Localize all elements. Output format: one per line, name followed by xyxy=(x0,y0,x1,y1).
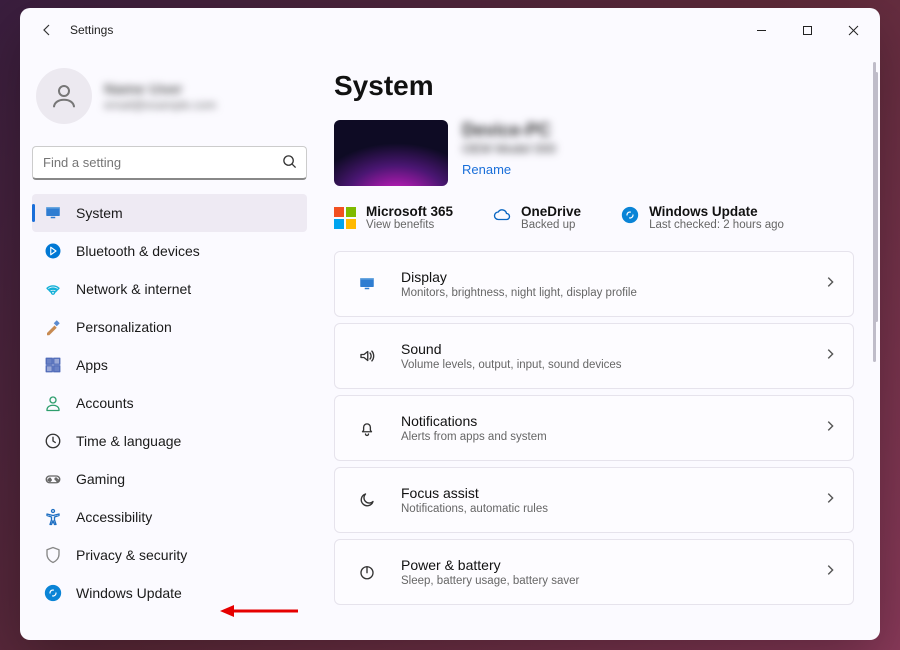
avatar xyxy=(36,68,92,124)
chevron-right-icon xyxy=(823,491,837,510)
card-focus[interactable]: Focus assist Notifications, automatic rul… xyxy=(334,467,854,533)
accessibility-icon xyxy=(44,508,62,526)
card-subtitle: Sleep, battery usage, battery saver xyxy=(401,575,579,587)
card-title: Power & battery xyxy=(401,557,579,573)
card-subtitle: Monitors, brightness, night light, displ… xyxy=(401,287,637,299)
sidebar-item-label: Privacy & security xyxy=(76,547,187,563)
card-subtitle: Notifications, automatic rules xyxy=(401,503,548,515)
cloud-icon xyxy=(493,206,511,229)
card-sound[interactable]: Sound Volume levels, output, input, sound… xyxy=(334,323,854,389)
update-icon xyxy=(44,584,62,602)
sidebar-item-label: Windows Update xyxy=(76,585,182,601)
monitor-icon xyxy=(44,204,62,222)
status-sub: Last checked: 2 hours ago xyxy=(649,219,784,231)
back-button[interactable] xyxy=(30,13,64,47)
sidebar-item-label: System xyxy=(76,205,123,221)
sidebar-item-label: Network & internet xyxy=(76,281,191,297)
sidebar-item-bluetooth[interactable]: Bluetooth & devices xyxy=(32,232,307,270)
chevron-right-icon xyxy=(823,347,837,366)
card-subtitle: Alerts from apps and system xyxy=(401,431,547,443)
desktop-thumbnail[interactable] xyxy=(334,120,448,186)
status-label: Microsoft 365 xyxy=(366,204,453,219)
status-m365[interactable]: Microsoft 365View benefits xyxy=(334,204,453,231)
sidebar-item-personalization[interactable]: Personalization xyxy=(32,308,307,346)
status-row: Microsoft 365View benefits OneDriveBacked… xyxy=(334,204,854,231)
search-box xyxy=(32,146,307,180)
search-icon xyxy=(282,154,297,174)
chevron-right-icon xyxy=(823,563,837,582)
sidebar-item-accessibility[interactable]: Accessibility xyxy=(32,498,307,536)
card-power[interactable]: Power & battery Sleep, battery usage, bat… xyxy=(334,539,854,605)
account-name: Name User xyxy=(104,81,216,98)
card-notifications[interactable]: Notifications Alerts from apps and system xyxy=(334,395,854,461)
nav-list: System Bluetooth & devices Network & inter… xyxy=(32,194,307,612)
apps-icon xyxy=(44,356,62,374)
settings-cards: Display Monitors, brightness, night light… xyxy=(334,251,854,605)
sidebar-item-label: Time & language xyxy=(76,433,181,449)
shield-icon xyxy=(44,546,62,564)
bell-icon xyxy=(353,419,381,437)
sidebar-item-apps[interactable]: Apps xyxy=(32,346,307,384)
bluetooth-icon xyxy=(44,242,62,260)
chevron-right-icon xyxy=(823,275,837,294)
microsoft-365-icon xyxy=(334,207,356,229)
sidebar-item-gaming[interactable]: Gaming xyxy=(32,460,307,498)
gamepad-icon xyxy=(44,470,62,488)
account-email: email@example.com xyxy=(104,98,216,112)
close-button[interactable] xyxy=(830,14,876,46)
card-title: Focus assist xyxy=(401,485,548,501)
main-panel: System Device-PC OEM Model 000 Rename Mi… xyxy=(320,52,880,640)
rename-link[interactable]: Rename xyxy=(462,162,511,177)
wifi-icon xyxy=(44,280,62,298)
card-display[interactable]: Display Monitors, brightness, night light… xyxy=(334,251,854,317)
sidebar-item-label: Gaming xyxy=(76,471,125,487)
power-icon xyxy=(353,563,381,581)
status-sub: Backed up xyxy=(521,219,581,231)
account-header[interactable]: Name User email@example.com xyxy=(32,60,307,140)
card-title: Display xyxy=(401,269,637,285)
card-subtitle: Volume levels, output, input, sound devi… xyxy=(401,359,622,371)
clock-icon xyxy=(44,432,62,450)
brush-icon xyxy=(44,318,62,336)
sidebar-item-label: Accounts xyxy=(76,395,134,411)
moon-icon xyxy=(353,491,381,509)
update-icon xyxy=(621,206,639,229)
status-label: Windows Update xyxy=(649,204,784,219)
sidebar-item-network[interactable]: Network & internet xyxy=(32,270,307,308)
sidebar-item-label: Accessibility xyxy=(76,509,152,525)
minimize-button[interactable] xyxy=(738,14,784,46)
sidebar-item-label: Bluetooth & devices xyxy=(76,243,200,259)
page-title: System xyxy=(334,70,854,102)
status-onedrive[interactable]: OneDriveBacked up xyxy=(493,204,581,231)
person-icon xyxy=(44,394,62,412)
sidebar-item-label: Apps xyxy=(76,357,108,373)
status-label: OneDrive xyxy=(521,204,581,219)
sidebar-item-system[interactable]: System xyxy=(32,194,307,232)
sidebar-item-windowsupdate[interactable]: Windows Update xyxy=(32,574,307,612)
device-header: Device-PC OEM Model 000 Rename xyxy=(334,120,854,186)
card-title: Notifications xyxy=(401,413,547,429)
status-sub: View benefits xyxy=(366,219,453,231)
card-title: Sound xyxy=(401,341,622,357)
settings-window: Settings Name User email@example.com xyxy=(20,8,880,640)
monitor-icon xyxy=(353,275,381,293)
sidebar-item-time[interactable]: Time & language xyxy=(32,422,307,460)
sidebar-item-privacy[interactable]: Privacy & security xyxy=(32,536,307,574)
sidebar-item-accounts[interactable]: Accounts xyxy=(32,384,307,422)
window-title: Settings xyxy=(70,23,113,37)
device-model: OEM Model 000 xyxy=(462,141,556,156)
chevron-right-icon xyxy=(823,419,837,438)
titlebar: Settings xyxy=(20,8,880,52)
sidebar-item-label: Personalization xyxy=(76,319,172,335)
sound-icon xyxy=(353,347,381,365)
sidebar: Name User email@example.com System Blueto… xyxy=(20,52,320,640)
status-winupdate[interactable]: Windows UpdateLast checked: 2 hours ago xyxy=(621,204,784,231)
device-name: Device-PC xyxy=(462,120,556,141)
search-input[interactable] xyxy=(32,146,307,180)
maximize-button[interactable] xyxy=(784,14,830,46)
main-scrollbar[interactable] xyxy=(873,62,876,362)
